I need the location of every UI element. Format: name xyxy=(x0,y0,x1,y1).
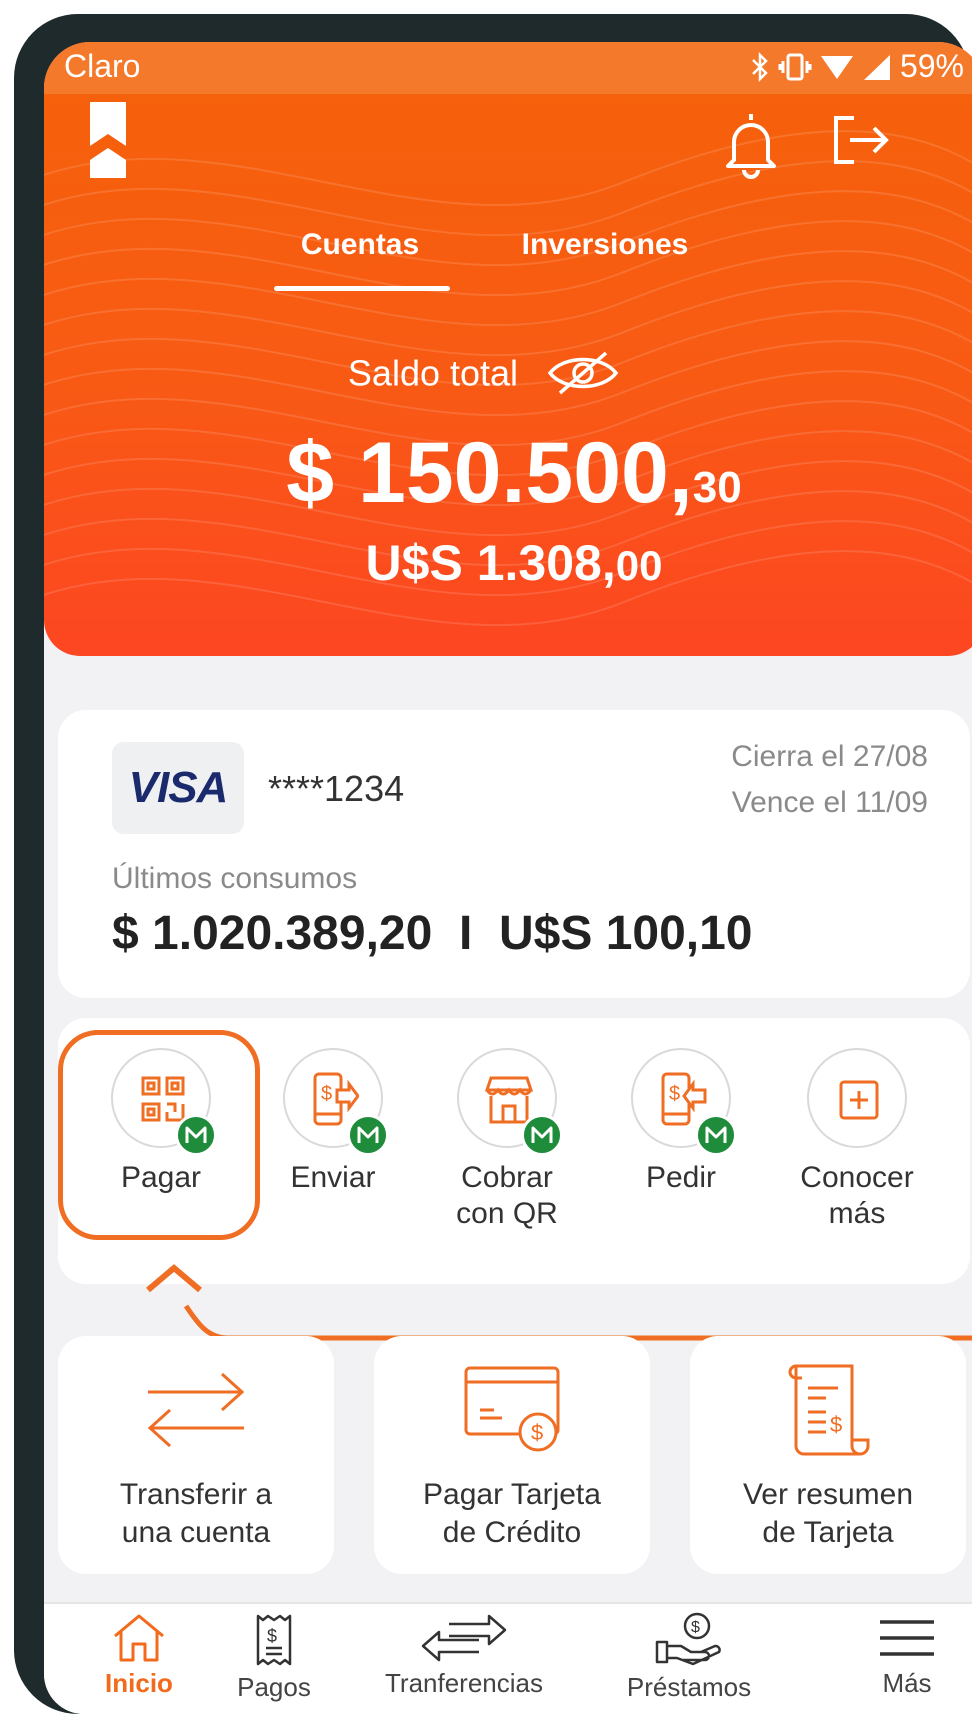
logout-icon[interactable] xyxy=(830,114,890,166)
svg-text:$: $ xyxy=(321,1083,332,1105)
action-enviar[interactable]: $ Enviar xyxy=(258,1048,408,1196)
quick-pagar-tarjeta[interactable]: $ Pagar Tarjeta de Crédito xyxy=(374,1336,650,1574)
signal-icon xyxy=(863,54,890,80)
modo-badge-icon xyxy=(521,1114,563,1156)
action-cobrar-con-qr[interactable]: Cobrar con QR xyxy=(432,1048,582,1232)
quick-label-line2: una cuenta xyxy=(121,1516,271,1549)
balance-usd: U$S 1.308,00 xyxy=(365,535,663,591)
quick-label-line2: de Tarjeta xyxy=(762,1516,894,1549)
quick-label-line1: Ver resumen xyxy=(742,1478,914,1511)
loan-hand-icon: $ xyxy=(655,1612,721,1666)
pagar-highlight-outline xyxy=(58,1030,260,1240)
nav-label: Tranferencias xyxy=(385,1668,543,1698)
tab-inversiones[interactable]: Inversiones xyxy=(490,228,720,262)
quick-ver-resumen[interactable]: $ Ver resumen de Tarjeta xyxy=(690,1336,966,1574)
nav-label: Inicio xyxy=(105,1668,173,1698)
app-screen: Claro 59% Cuentas Inversiones Saldo tota… xyxy=(44,42,972,1714)
balance-label: Saldo total xyxy=(347,352,519,394)
bank-logo-icon xyxy=(90,102,126,178)
carrier-name: Claro xyxy=(64,48,141,84)
bluetooth-icon xyxy=(752,51,768,82)
battery-level: 59% xyxy=(899,48,964,84)
vibrate-icon xyxy=(778,53,812,80)
modo-badge-icon xyxy=(347,1114,389,1156)
recent-spending-amounts: $ 1.020.389,20 I U$S 100,10 xyxy=(112,907,753,960)
transfer-icon xyxy=(421,1614,507,1662)
credit-card-summary[interactable]: VISA ****1234 Cierra el 27/08 Vence el 1… xyxy=(58,710,970,998)
tab-cuentas[interactable]: Cuentas xyxy=(276,228,444,262)
svg-text:$: $ xyxy=(531,1420,543,1445)
bottom-navigation: Inicio $ Pagos Tranferencias $ Préstamos… xyxy=(44,1602,972,1714)
nav-label: Préstamos xyxy=(626,1672,752,1702)
nav-transferencias[interactable]: Tranferencias xyxy=(364,1612,564,1699)
modo-badge-icon xyxy=(695,1114,737,1156)
visa-logo: VISA xyxy=(112,742,244,834)
balance-ars: $ 150.500,30 xyxy=(286,425,742,521)
quick-transferir[interactable]: Transferir a una cuenta xyxy=(58,1336,334,1574)
svg-text:$: $ xyxy=(267,1626,277,1646)
action-conocer-mas[interactable]: Conocer más xyxy=(782,1048,932,1232)
active-tab-indicator xyxy=(274,286,450,291)
hide-balance-eye-icon[interactable] xyxy=(546,351,620,395)
balance-header: Claro 59% Cuentas Inversiones Saldo tota… xyxy=(44,42,972,656)
svg-text:$: $ xyxy=(691,1619,700,1636)
wifi-icon xyxy=(820,55,853,79)
quick-label-line2: de Crédito xyxy=(442,1516,582,1549)
transfer-arrows-icon xyxy=(147,1372,245,1448)
card-close-date: Cierra el 27/08 xyxy=(731,740,928,773)
menu-icon xyxy=(880,1620,934,1656)
nav-label: Pagos xyxy=(237,1672,311,1702)
home-icon xyxy=(114,1614,164,1662)
status-bar: Claro 59% xyxy=(44,42,972,94)
nav-mas[interactable]: Más xyxy=(862,1612,952,1699)
action-label-line2: más xyxy=(828,1197,886,1230)
plus-icon xyxy=(839,1080,879,1120)
action-label-line1: Cobrar xyxy=(461,1161,553,1194)
quick-label-line1: Transferir a xyxy=(119,1478,273,1511)
action-label: Pedir xyxy=(645,1161,717,1194)
receipt-icon: $ xyxy=(788,1364,870,1456)
action-label-line2: con QR xyxy=(456,1197,558,1230)
notifications-bell-icon[interactable] xyxy=(722,108,780,180)
recent-spending-label: Últimos consumos xyxy=(112,862,358,895)
bill-icon: $ xyxy=(256,1614,292,1666)
svg-text:$: $ xyxy=(669,1083,680,1105)
card-number: ****1234 xyxy=(268,768,405,809)
action-label: Enviar xyxy=(290,1161,376,1194)
quick-label-line1: Pagar Tarjeta xyxy=(423,1478,601,1511)
nav-inicio[interactable]: Inicio xyxy=(84,1612,194,1699)
nav-pagos[interactable]: $ Pagos xyxy=(224,1612,324,1703)
svg-text:$: $ xyxy=(830,1412,842,1437)
nav-prestamos[interactable]: $ Préstamos xyxy=(604,1612,774,1703)
card-due-date: Vence el 11/09 xyxy=(731,786,928,819)
action-pedir[interactable]: $ Pedir xyxy=(606,1048,756,1196)
nav-label: Más xyxy=(882,1668,932,1698)
credit-card-pay-icon: $ xyxy=(464,1366,560,1452)
phone-frame: Claro 59% Cuentas Inversiones Saldo tota… xyxy=(14,14,972,1714)
action-label-line1: Conocer xyxy=(800,1161,914,1194)
